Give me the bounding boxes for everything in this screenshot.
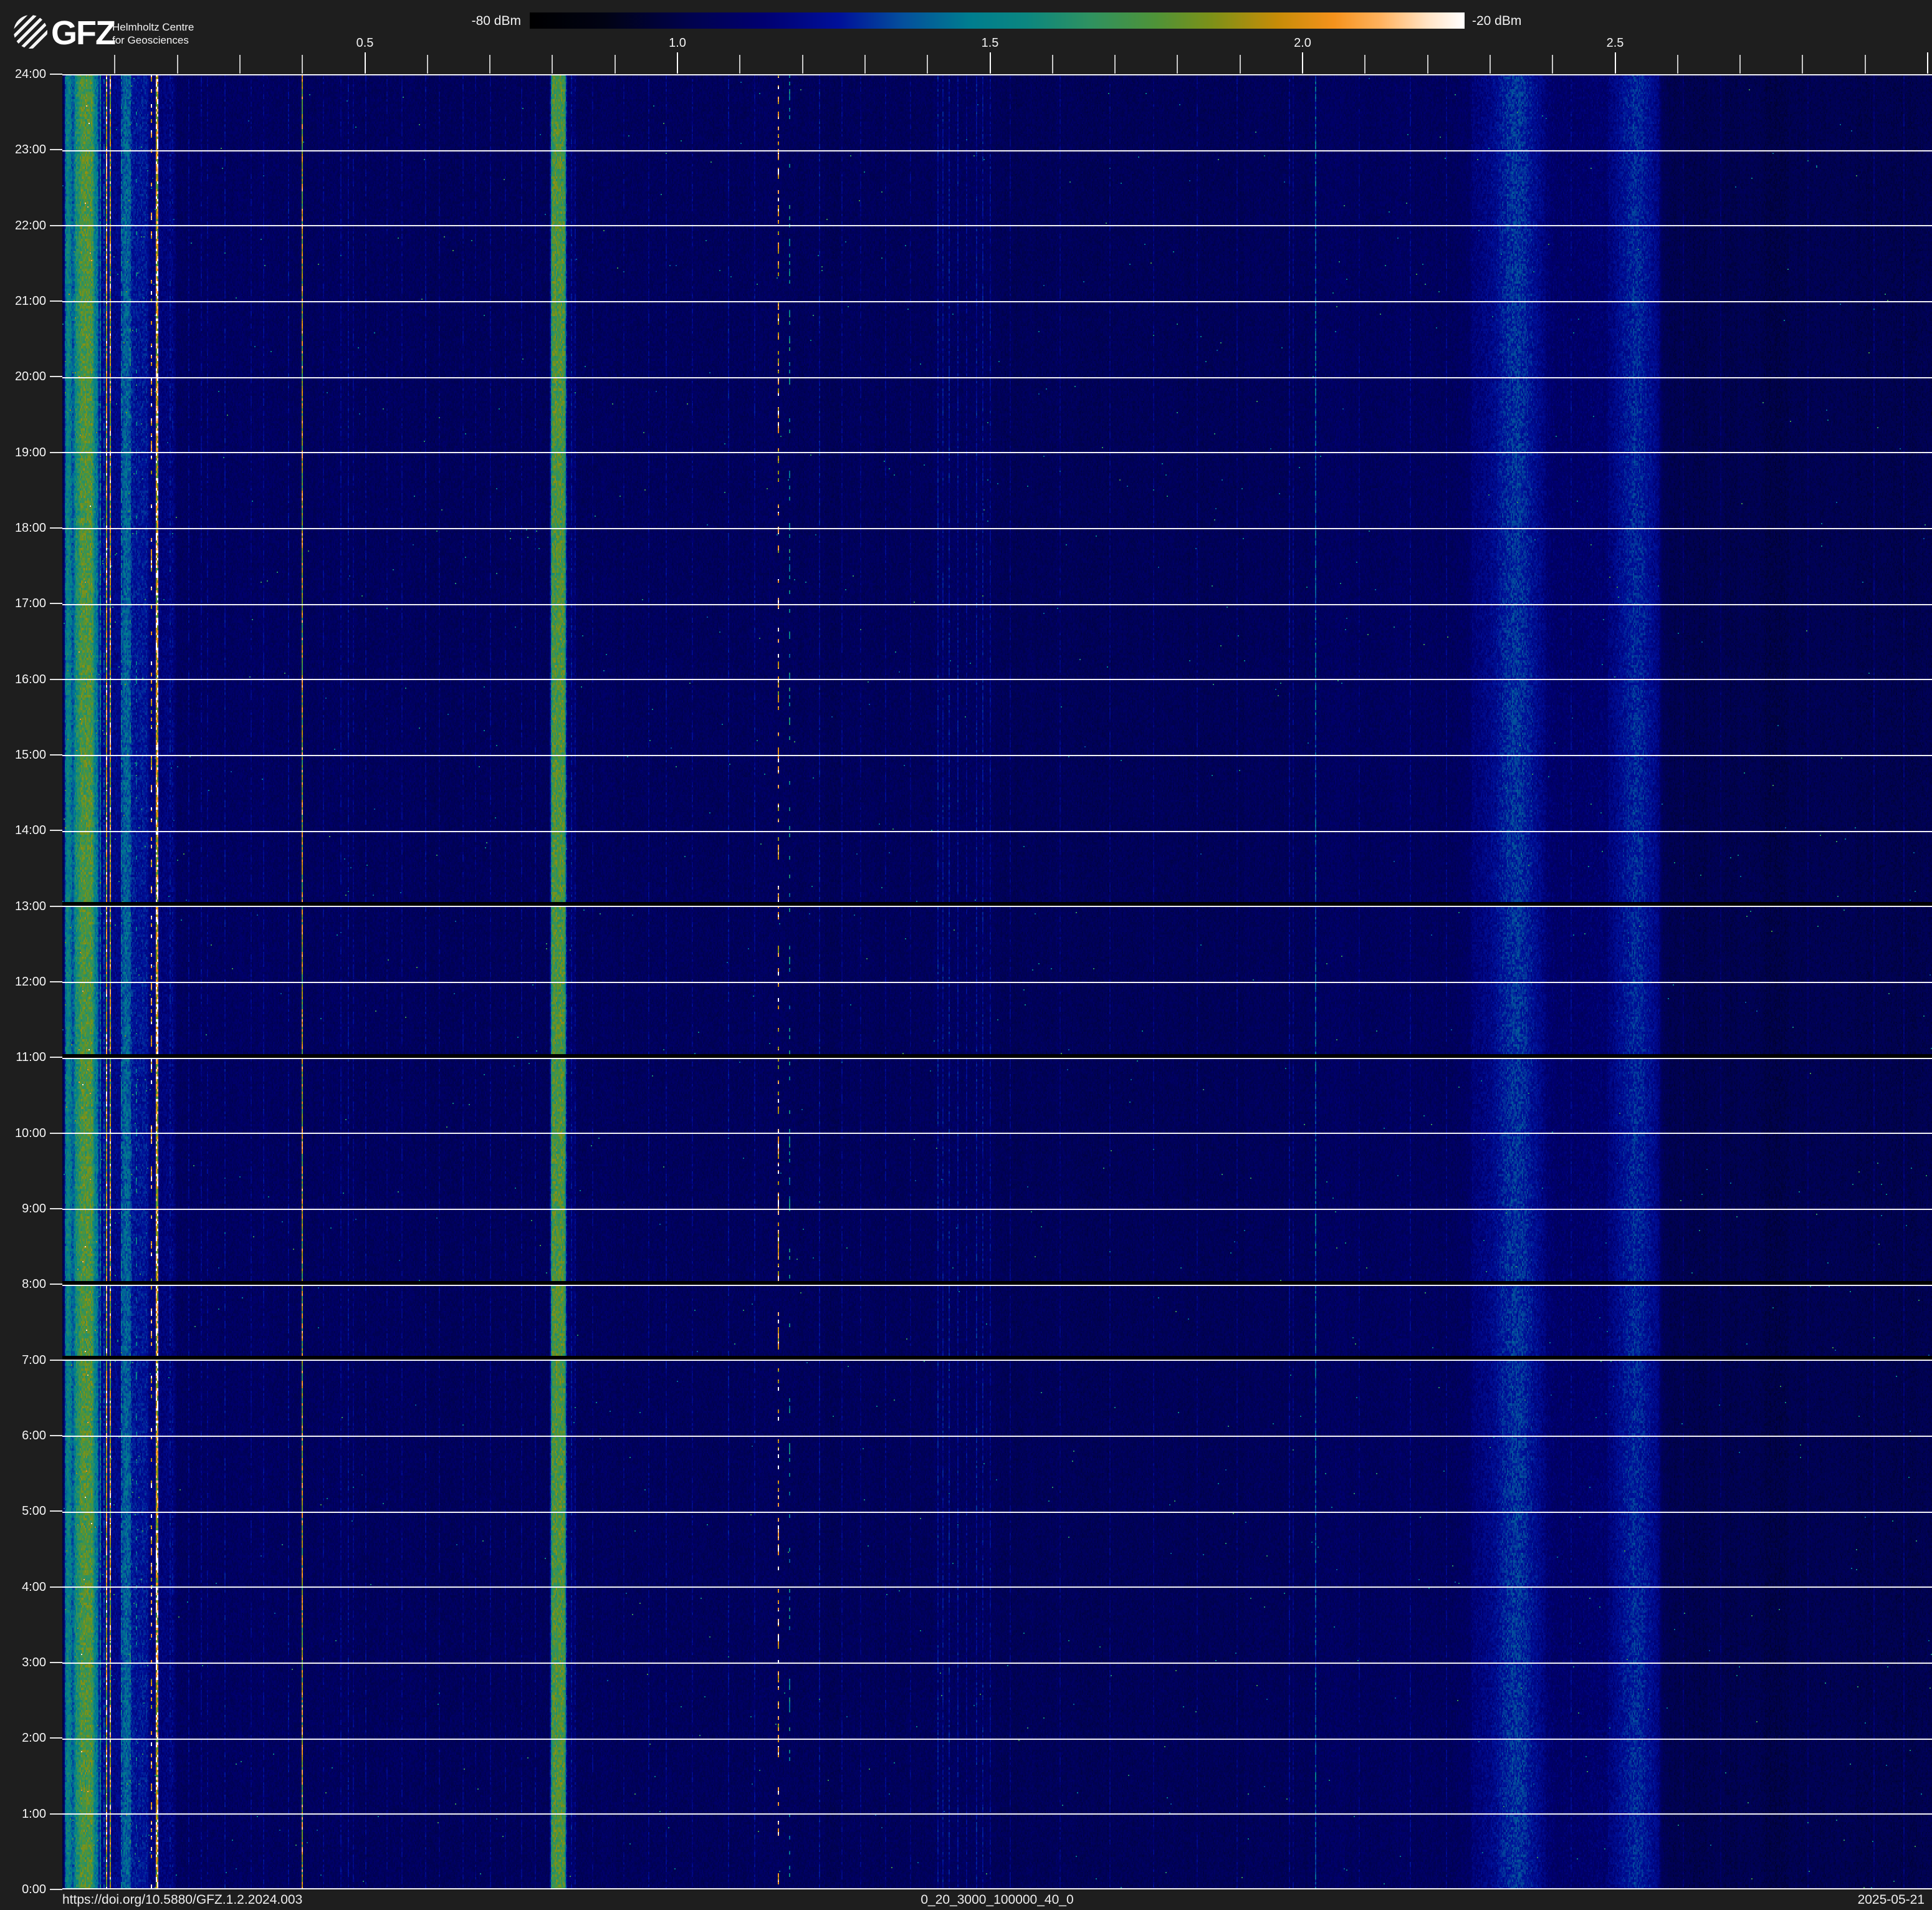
hour-tick <box>50 1057 62 1058</box>
freq-tick <box>990 52 991 74</box>
freq-tick <box>615 55 616 74</box>
hour-tick <box>50 452 62 453</box>
freq-tick <box>427 55 428 74</box>
hour-tick <box>50 1435 62 1436</box>
hour-tick <box>50 603 62 604</box>
hour-label: 2:00 <box>0 1730 46 1746</box>
freq-tick-label: 1.5 <box>965 36 1015 50</box>
freq-tick <box>1802 55 1803 74</box>
hour-tick <box>50 1208 62 1209</box>
hour-label: 14:00 <box>0 822 46 838</box>
freq-tick <box>739 55 740 74</box>
hour-label: 12:00 <box>0 974 46 990</box>
freq-tick <box>1240 55 1241 74</box>
hour-tick <box>50 1360 62 1361</box>
hour-label: 22:00 <box>0 218 46 234</box>
org-name: Helmholtz Centre for Geosciences <box>112 21 194 47</box>
hour-tick <box>50 1586 62 1588</box>
freq-tick <box>1552 55 1553 74</box>
freq-tick <box>1302 52 1303 74</box>
freq-tick <box>1427 55 1428 74</box>
hour-label: 17:00 <box>0 595 46 612</box>
freq-tick <box>1490 55 1491 74</box>
hour-tick <box>50 981 62 982</box>
freq-tick <box>489 55 490 74</box>
hour-tick <box>50 906 62 907</box>
hour-tick <box>50 1889 62 1890</box>
hour-label: 0:00 <box>0 1881 46 1898</box>
colorbar-max-label: -20 dBm <box>1472 14 1521 29</box>
freq-tick <box>1677 55 1678 74</box>
hour-label: 3:00 <box>0 1654 46 1671</box>
freq-tick <box>1177 55 1178 74</box>
footer-date: 2025-05-21 <box>1858 1893 1925 1908</box>
hour-tick <box>50 1813 62 1815</box>
colorbar-gradient <box>530 12 1465 29</box>
freq-tick <box>802 55 803 74</box>
freq-tick-label: 1.0 <box>653 36 702 50</box>
hour-label: 13:00 <box>0 898 46 914</box>
freq-tick <box>177 55 178 74</box>
hour-tick <box>50 1662 62 1663</box>
hour-label: 21:00 <box>0 293 46 309</box>
freq-tick <box>114 55 115 74</box>
hour-label: 11:00 <box>0 1049 46 1065</box>
freq-tick <box>864 55 866 74</box>
freq-tick <box>927 55 928 74</box>
hour-label: 20:00 <box>0 368 46 385</box>
hour-tick <box>50 1284 62 1285</box>
freq-tick <box>677 52 678 74</box>
freq-tick <box>302 55 303 74</box>
freq-tick <box>1364 55 1365 74</box>
hour-tick <box>50 300 62 302</box>
freq-tick <box>365 52 366 74</box>
hour-label: 19:00 <box>0 444 46 461</box>
hour-tick <box>50 149 62 150</box>
freq-tick <box>552 55 553 74</box>
hour-tick <box>50 225 62 226</box>
freq-tick-label: 2.0 <box>1278 36 1327 50</box>
colorbar-min-label: -80 dBm <box>430 14 521 29</box>
hour-label: 16:00 <box>0 671 46 688</box>
hour-tick <box>50 74 62 75</box>
spectrogram-heatmap <box>62 74 1932 1889</box>
freq-tick <box>1114 55 1116 74</box>
freq-tick-label: 0.5 <box>340 36 390 50</box>
hour-label: 1:00 <box>0 1806 46 1822</box>
hour-label: 23:00 <box>0 142 46 158</box>
org-name-line1: Helmholtz Centre <box>112 21 194 34</box>
hour-tick <box>50 1133 62 1134</box>
freq-tick <box>239 55 241 74</box>
freq-tick-label: 2.5 <box>1590 36 1640 50</box>
footer-filename: 0_20_3000_100000_40_0 <box>62 1893 1932 1908</box>
hour-tick <box>50 1510 62 1512</box>
hour-tick <box>50 376 62 377</box>
hour-label: 15:00 <box>0 747 46 763</box>
freq-tick <box>1615 52 1616 74</box>
hour-label: 6:00 <box>0 1428 46 1444</box>
freq-tick <box>1739 55 1741 74</box>
freq-tick <box>1865 55 1866 74</box>
hour-tick <box>50 679 62 680</box>
hour-tick <box>50 830 62 831</box>
freq-tick <box>1927 52 1928 74</box>
hour-tick <box>50 1737 62 1739</box>
spectrogram-page: GFZ Helmholtz Centre for Geosciences -80… <box>0 0 1932 1910</box>
hour-tick <box>50 527 62 529</box>
hour-tick <box>50 754 62 756</box>
hour-label: 24:00 <box>0 66 46 82</box>
hour-label: 8:00 <box>0 1276 46 1292</box>
hour-label: 10:00 <box>0 1125 46 1141</box>
hour-label: 9:00 <box>0 1201 46 1217</box>
gfz-logo-icon <box>14 15 47 49</box>
hour-label: 4:00 <box>0 1579 46 1595</box>
brand-text: GFZ <box>51 14 115 52</box>
hour-label: 5:00 <box>0 1503 46 1519</box>
hour-label: 7:00 <box>0 1352 46 1368</box>
hour-label: 18:00 <box>0 520 46 536</box>
org-name-line2: for Geosciences <box>112 34 194 47</box>
freq-tick <box>1052 55 1053 74</box>
